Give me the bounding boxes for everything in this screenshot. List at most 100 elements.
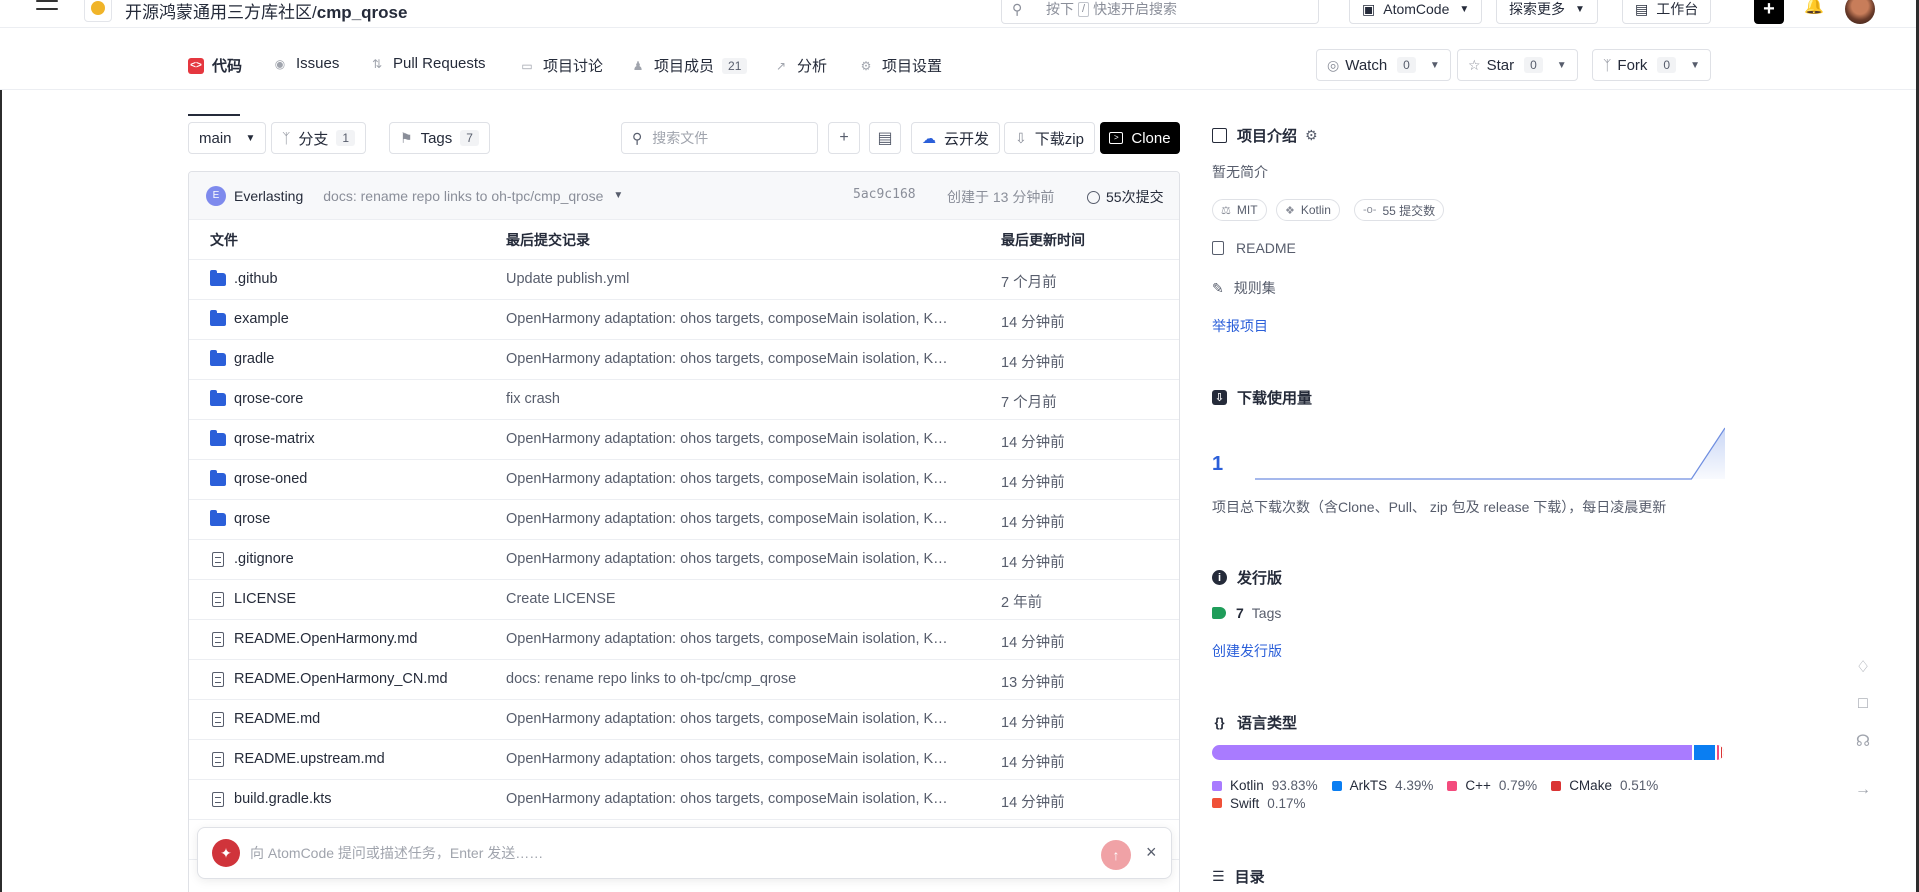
table-row[interactable]: README.upstream.md OpenHarmony adaptation… xyxy=(189,740,1179,780)
last-commit-message[interactable]: OpenHarmony adaptation: ohos targets, co… xyxy=(506,311,948,327)
tab-pull-requests[interactable]: ⇅ Pull Requests xyxy=(369,55,486,72)
tab-discussions[interactable]: ▭ 项目讨论 xyxy=(519,55,603,76)
table-row[interactable]: .github Update publish.yml 7 个月前 xyxy=(189,260,1179,300)
report-project-link[interactable]: 举报项目 xyxy=(1212,316,1268,336)
trophy-icon[interactable]: ♢ xyxy=(1848,652,1878,682)
license-chip[interactable]: ⚖ MIT xyxy=(1212,199,1267,221)
commit-author-avatar[interactable]: E xyxy=(206,185,226,206)
global-search-input[interactable]: ⚲ 按下 / 快速开启搜索 xyxy=(1001,0,1319,24)
branch-selector[interactable]: main ▼ xyxy=(188,122,267,154)
commit-sha[interactable]: 5ac9c168 xyxy=(853,187,916,202)
file-search-input[interactable]: ⚲ 搜索文件 xyxy=(621,122,818,154)
web-ide-button[interactable]: ▤ xyxy=(869,122,901,154)
organization-logo[interactable] xyxy=(84,0,112,22)
file-name-link[interactable]: qrose-matrix xyxy=(210,429,315,447)
table-row[interactable]: .gitignore OpenHarmony adaptation: ohos t… xyxy=(189,540,1179,580)
last-commit-message[interactable]: Update publish.yml xyxy=(506,271,629,287)
file-list-panel: E Everlasting docs: rename repo links to… xyxy=(188,171,1180,892)
tab-code[interactable]: <> 代码 xyxy=(188,55,242,76)
user-avatar[interactable] xyxy=(1845,0,1875,24)
latest-commit-bar: E Everlasting docs: rename repo links to… xyxy=(189,172,1179,220)
table-row[interactable]: example OpenHarmony adaptation: ohos targ… xyxy=(189,300,1179,340)
tab-members[interactable]: ♟ 项目成员 21 xyxy=(630,55,748,76)
file-name-link[interactable]: README.OpenHarmony_CN.md xyxy=(210,671,448,687)
commit-count-link[interactable]: 55次提交 xyxy=(1087,187,1164,207)
workbench-button[interactable]: ▤ 工作台 xyxy=(1622,0,1712,24)
last-commit-message[interactable]: OpenHarmony adaptation: ohos targets, co… xyxy=(506,351,948,367)
table-row[interactable]: README.OpenHarmony.md OpenHarmony adaptat… xyxy=(189,620,1179,660)
last-commit-message[interactable]: OpenHarmony adaptation: ohos targets, co… xyxy=(506,751,948,767)
star-button[interactable]: ☆ Star 0 ▼ xyxy=(1457,49,1578,81)
fork-button[interactable]: ᛉ Fork 0 ▼ xyxy=(1592,49,1711,81)
last-commit-message[interactable]: OpenHarmony adaptation: ohos targets, co… xyxy=(506,511,948,527)
commits-chip[interactable]: -o- 55 提交数 xyxy=(1354,199,1445,221)
repo-org-link[interactable]: 开源鸿蒙通用三方库社区/ xyxy=(125,3,317,22)
tab-settings[interactable]: ⚙ 项目设置 xyxy=(858,55,942,76)
commit-author[interactable]: Everlasting xyxy=(234,188,303,204)
last-commit-message[interactable]: OpenHarmony adaptation: ohos targets, co… xyxy=(506,631,948,647)
send-button[interactable]: ↑ xyxy=(1101,840,1131,870)
table-row[interactable]: gradle OpenHarmony adaptation: ohos targe… xyxy=(189,340,1179,380)
cloud-dev-button[interactable]: ☁ 云开发 xyxy=(911,122,1001,154)
file-name-link[interactable]: gradle xyxy=(210,349,274,367)
file-name-link[interactable]: qrose-oned xyxy=(210,469,307,487)
notification-bell-icon[interactable]: 🔔 xyxy=(1804,0,1824,20)
last-commit-message[interactable]: OpenHarmony adaptation: ohos targets, co… xyxy=(506,551,948,567)
readme-link[interactable]: README xyxy=(1212,240,1296,256)
file-name-link[interactable]: .github xyxy=(210,269,278,287)
create-release-link[interactable]: 创建发行版 xyxy=(1212,641,1282,661)
gift-icon[interactable]: □ xyxy=(1848,689,1878,719)
tags-button[interactable]: ⚑ Tags 7 xyxy=(389,122,490,154)
last-commit-message[interactable]: OpenHarmony adaptation: ohos targets, co… xyxy=(506,791,948,807)
hamburger-menu-icon[interactable] xyxy=(36,0,58,20)
table-row[interactable]: qrose OpenHarmony adaptation: ohos target… xyxy=(189,500,1179,540)
last-commit-message[interactable]: OpenHarmony adaptation: ohos targets, co… xyxy=(506,711,948,727)
last-commit-message[interactable]: Create LICENSE xyxy=(506,591,616,607)
tab-issues[interactable]: ◉ Issues xyxy=(272,55,340,72)
last-commit-message[interactable]: OpenHarmony adaptation: ohos targets, co… xyxy=(506,471,948,487)
file-name-link[interactable]: README.OpenHarmony.md xyxy=(210,631,417,647)
headset-icon[interactable]: ☊ xyxy=(1848,726,1878,756)
create-new-button[interactable]: + xyxy=(1754,0,1784,24)
chevron-down-icon: ▼ xyxy=(245,132,256,144)
table-row[interactable]: qrose-core fix crash 7 个月前 xyxy=(189,380,1179,420)
file-name-link[interactable]: README.upstream.md xyxy=(210,751,385,767)
table-row[interactable]: README.OpenHarmony_CN.md docs: rename rep… xyxy=(189,660,1179,700)
last-commit-message[interactable]: fix crash xyxy=(506,391,560,407)
file-name-link[interactable]: qrose xyxy=(210,509,270,527)
release-tags-link[interactable]: 7 Tags xyxy=(1212,605,1281,621)
explore-more-button[interactable]: 探索更多 ▼ xyxy=(1496,0,1598,24)
clone-button[interactable]: > Clone xyxy=(1100,122,1180,154)
file-name-link[interactable]: qrose-core xyxy=(210,389,303,407)
table-row[interactable]: README.md OpenHarmony adaptation: ohos ta… xyxy=(189,700,1179,740)
repo-name-link[interactable]: cmp_qrose xyxy=(317,3,408,22)
atomcode-prompt-input[interactable]: 向 AtomCode 提问或描述任务，Enter 发送…… xyxy=(250,843,543,863)
table-row[interactable]: build.gradle.kts OpenHarmony adaptation: … xyxy=(189,780,1179,820)
language-chip[interactable]: ❖ Kotlin xyxy=(1276,199,1340,221)
table-row[interactable]: LICENSE Create LICENSE 2 年前 xyxy=(189,580,1179,620)
last-commit-message[interactable]: OpenHarmony adaptation: ohos targets, co… xyxy=(506,431,948,447)
chevron-down-icon[interactable]: ▼ xyxy=(613,190,623,201)
atomcode-button[interactable]: ▣ AtomCode ▼ xyxy=(1349,0,1483,24)
language-swatch xyxy=(1212,780,1222,791)
close-icon[interactable]: × xyxy=(1146,842,1157,863)
tab-analytics[interactable]: ↗ 分析 xyxy=(773,55,827,76)
file-name-link[interactable]: example xyxy=(210,309,289,327)
arrow-right-icon[interactable]: → xyxy=(1848,775,1878,805)
watch-button[interactable]: ◎ Watch 0 ▼ xyxy=(1316,49,1451,81)
file-name-link[interactable]: build.gradle.kts xyxy=(210,791,332,807)
table-row[interactable]: qrose-matrix OpenHarmony adaptation: ohos… xyxy=(189,420,1179,460)
branches-button[interactable]: ᛉ 分支 1 xyxy=(271,122,367,154)
download-zip-button[interactable]: ⇩ 下载zip xyxy=(1004,122,1095,154)
file-name-link[interactable]: README.md xyxy=(210,711,320,727)
gear-icon[interactable]: ⚙ xyxy=(1305,127,1318,144)
table-row[interactable]: qrose-oned OpenHarmony adaptation: ohos t… xyxy=(189,460,1179,500)
last-commit-message[interactable]: docs: rename repo links to oh-tpc/cmp_qr… xyxy=(506,671,796,687)
commit-message[interactable]: docs: rename repo links to oh-tpc/cmp_qr… xyxy=(323,188,603,204)
add-file-button[interactable]: + xyxy=(828,122,860,154)
rules-link[interactable]: ✎ 规则集 xyxy=(1212,278,1276,298)
search-hint-key: / xyxy=(1078,1,1090,17)
file-name-link[interactable]: .gitignore xyxy=(210,551,294,567)
file-name-link[interactable]: LICENSE xyxy=(210,591,296,607)
downloads-count: 1 xyxy=(1212,453,1224,475)
